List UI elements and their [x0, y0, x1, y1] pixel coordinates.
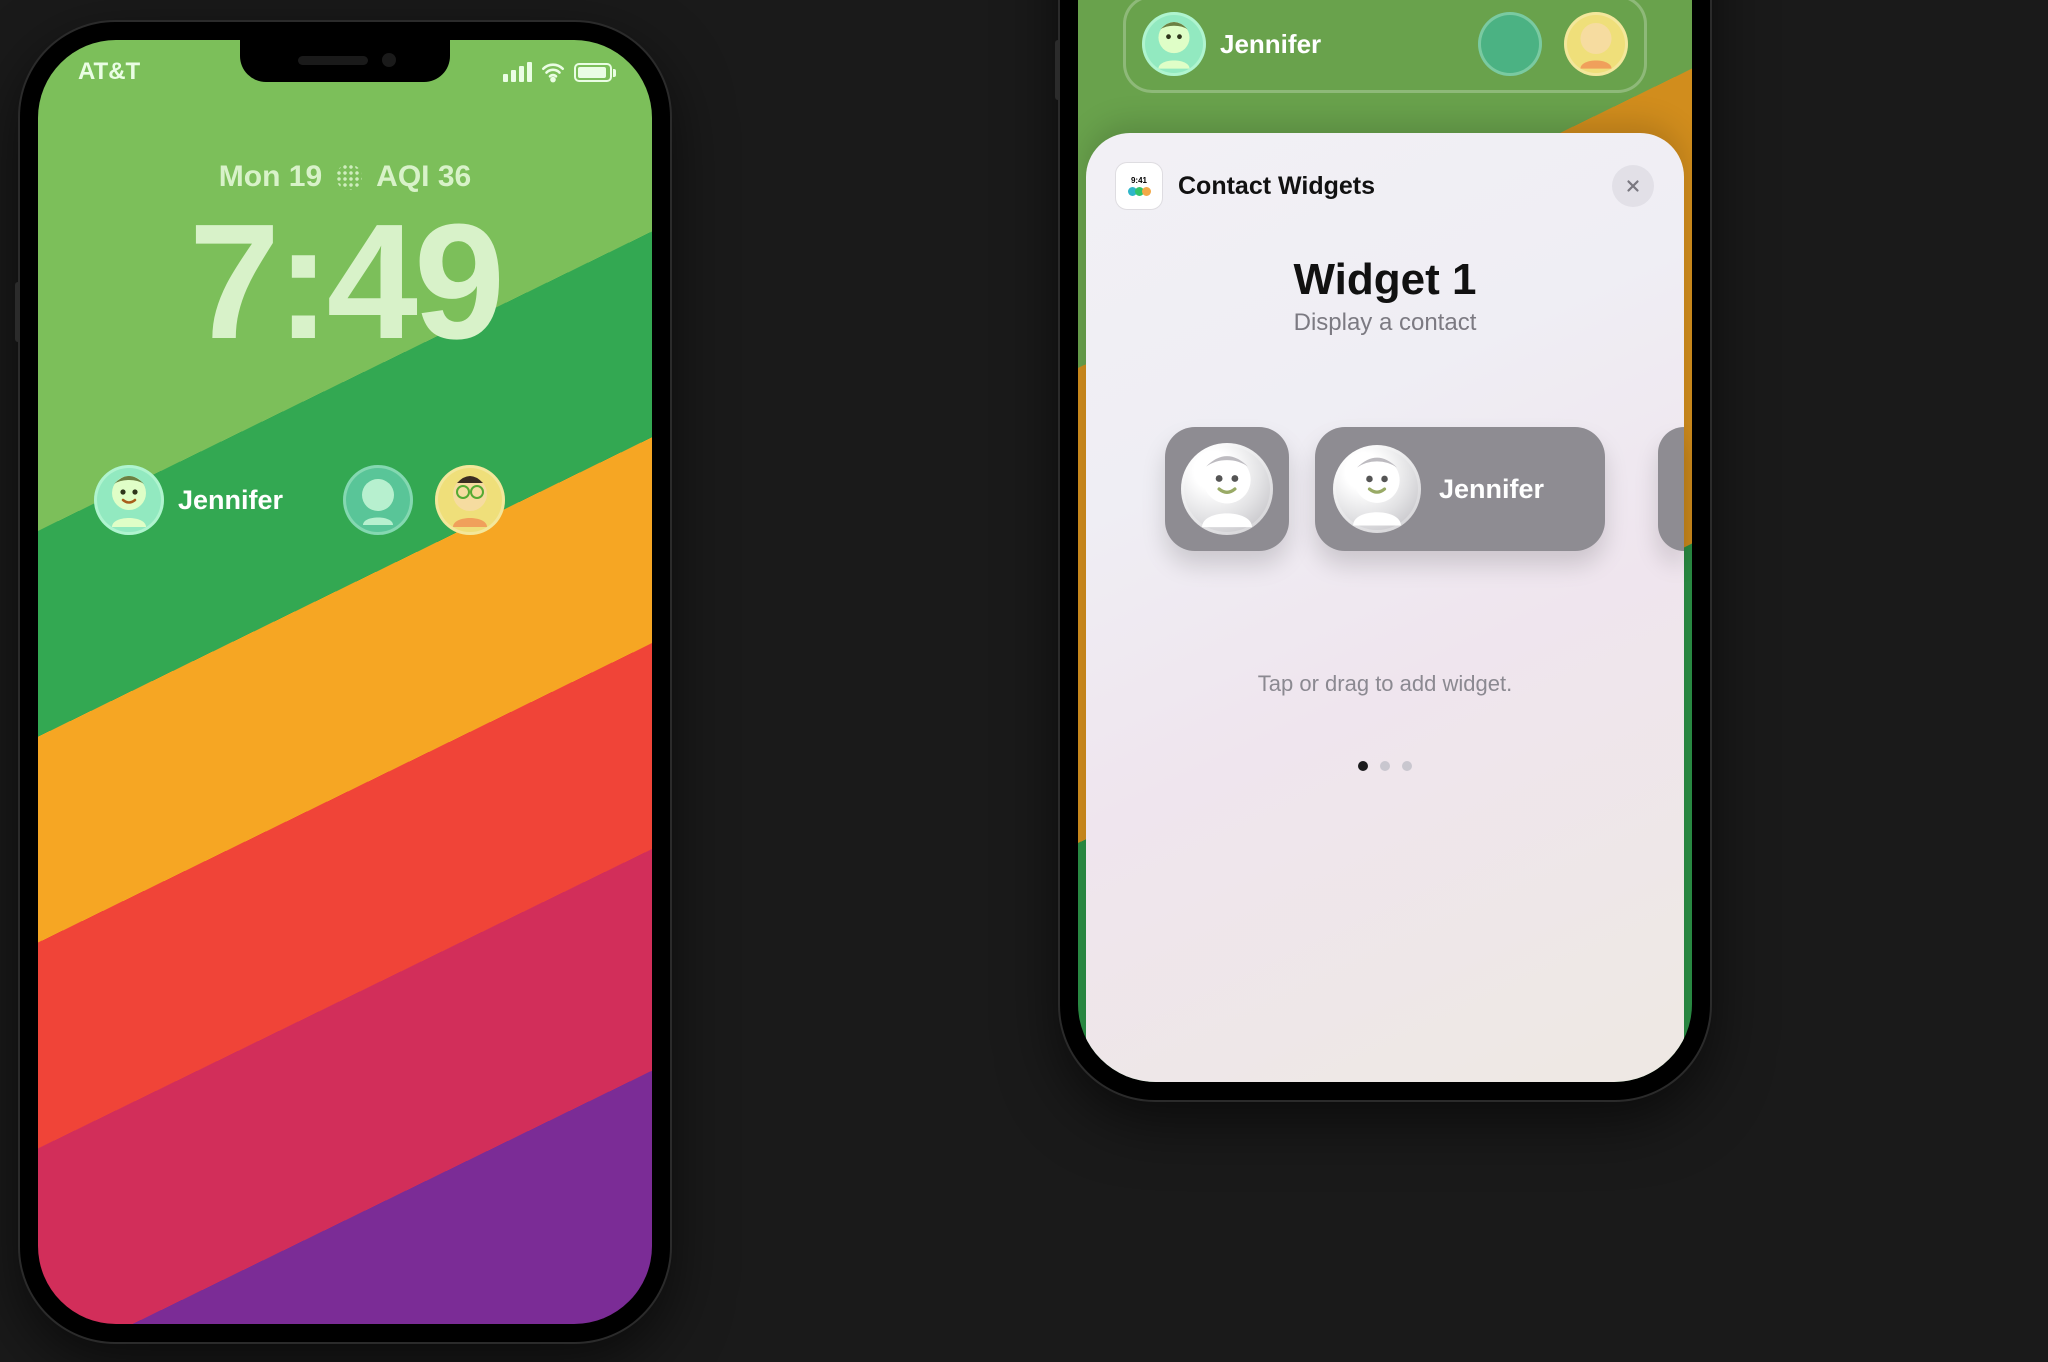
lock-date: Mon 19	[219, 160, 322, 194]
screen: AT&T Mon 19 AQI 36 7:49	[38, 40, 652, 1324]
screen: Jennifer 9:41 Contact Widgets	[1078, 0, 1692, 1082]
phone-lockscreen: AT&T Mon 19 AQI 36 7:49	[20, 22, 670, 1342]
widget-option-small[interactable]	[1165, 427, 1289, 551]
battery-icon	[574, 63, 612, 82]
lock-widgets-row: Jennifer	[94, 465, 596, 535]
sheet-subtitle: Display a contact	[1116, 309, 1654, 337]
contact-name: Jennifer	[1220, 29, 1321, 60]
page-dot[interactable]	[1358, 761, 1368, 771]
contact-widget-primary[interactable]: Jennifer	[94, 465, 283, 535]
contact-widget-3[interactable]	[1564, 12, 1628, 76]
contact-widget-3[interactable]	[435, 465, 505, 535]
lock-time: 7:49	[38, 200, 652, 364]
sheet-title: Widget 1	[1116, 255, 1654, 305]
phone-widget-picker: Jennifer 9:41 Contact Widgets	[1060, 0, 1710, 1100]
widget-option-wide[interactable]: Jennifer	[1315, 427, 1605, 551]
sheet-app-name: Contact Widgets	[1178, 172, 1375, 201]
contact-widget-2[interactable]	[1478, 12, 1542, 76]
avatar-icon	[94, 465, 164, 535]
cellular-icon	[503, 62, 532, 82]
wifi-icon	[540, 59, 566, 85]
page-indicator[interactable]	[1116, 761, 1654, 771]
contact-widget-2[interactable]	[343, 465, 413, 535]
sheet-header: 9:41 Contact Widgets	[1116, 163, 1654, 209]
sheet-hero: Widget 1 Display a contact	[1116, 255, 1654, 337]
widget-picker-sheet: 9:41 Contact Widgets Widget 1 Display a …	[1086, 133, 1684, 1082]
widget-option-label: Jennifer	[1439, 474, 1544, 505]
lock-meta: Mon 19 AQI 36 7:49	[38, 160, 652, 364]
close-button[interactable]	[1612, 165, 1654, 207]
widget-option-peek[interactable]	[1658, 427, 1684, 551]
contact-name: Jennifer	[178, 485, 283, 516]
carrier-label: AT&T	[78, 58, 140, 86]
app-icon-time: 9:41	[1131, 176, 1147, 185]
avatar-icon	[1181, 443, 1273, 535]
lock-dateline: Mon 19 AQI 36	[219, 160, 471, 194]
avatar-icon	[1333, 445, 1421, 533]
contact-widget-primary[interactable]: Jennifer	[1142, 12, 1321, 76]
page-dot[interactable]	[1402, 761, 1412, 771]
widget-options-row: Jennifer	[1116, 427, 1654, 551]
app-icon: 9:41	[1116, 163, 1162, 209]
status-right	[503, 59, 612, 85]
aqi-icon	[336, 164, 362, 190]
sheet-hint: Tap or drag to add widget.	[1116, 671, 1654, 697]
lock-widgets-row-editable[interactable]: Jennifer	[1126, 0, 1644, 90]
page-dot[interactable]	[1380, 761, 1390, 771]
lock-aqi: AQI 36	[376, 160, 471, 194]
avatar-icon	[1142, 12, 1206, 76]
notch	[240, 40, 450, 82]
